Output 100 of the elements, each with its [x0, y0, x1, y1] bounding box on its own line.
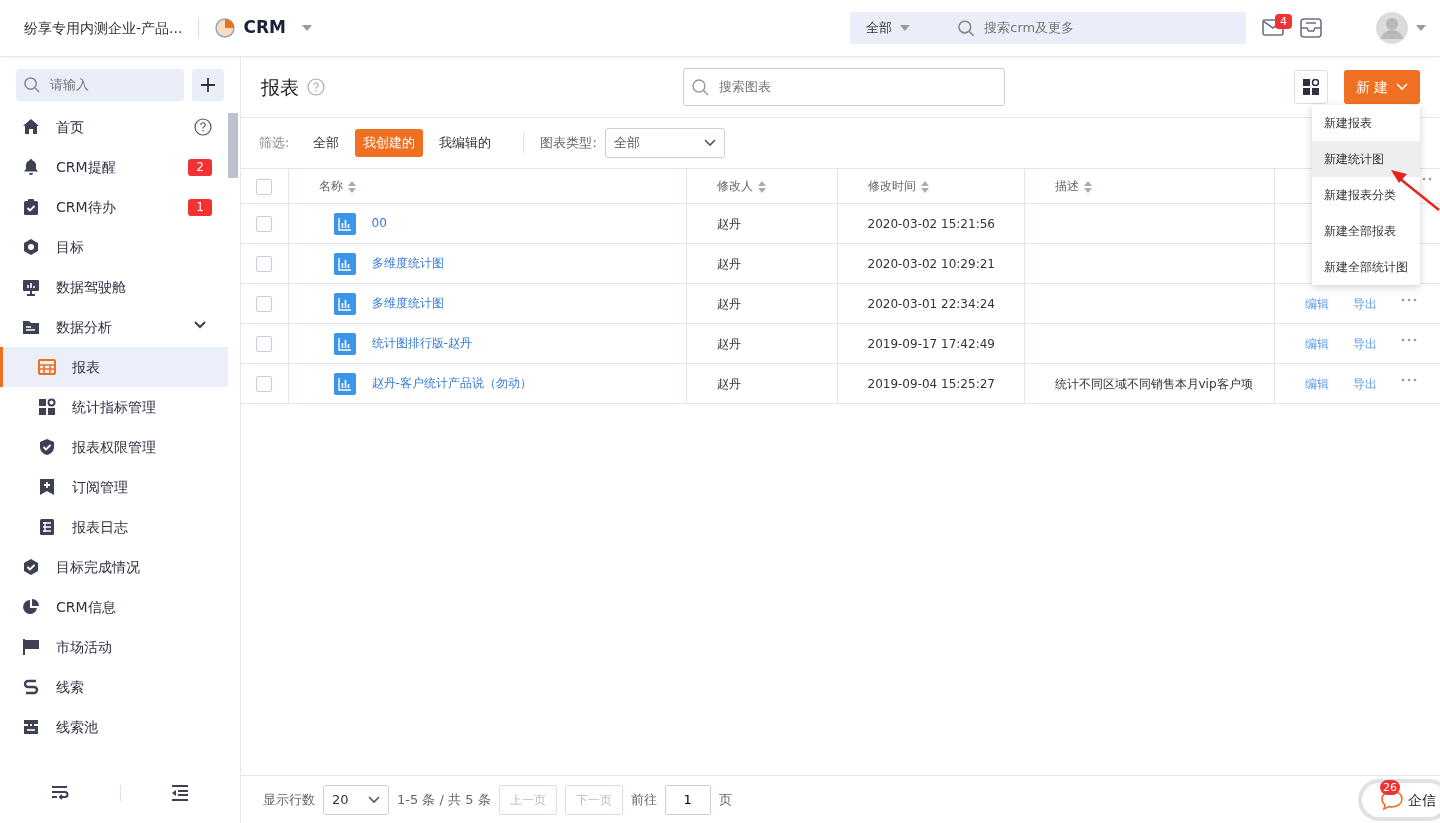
- sidebar-item[interactable]: 目标完成情况: [0, 547, 228, 587]
- sidebar-item[interactable]: 数据驾驶舱: [0, 267, 228, 307]
- page-input[interactable]: 1: [664, 784, 711, 815]
- route-icon: [22, 678, 40, 696]
- shield-check-icon: [22, 558, 40, 576]
- sidebar-item[interactable]: 市场活动: [0, 627, 228, 667]
- scrollbar[interactable]: [228, 113, 238, 178]
- chevron-icon: [1396, 83, 1409, 91]
- table-cell: 赵丹: [716, 216, 741, 231]
- plus-icon: [201, 78, 216, 92]
- column-header: 修改时间: [867, 179, 916, 193]
- column-header: 描述: [1054, 179, 1079, 193]
- table-cell: 赵丹: [716, 336, 741, 351]
- page-size-select[interactable]: 20: [323, 784, 389, 815]
- count-badge: 26: [1380, 780, 1400, 795]
- count-badge: 4: [1275, 14, 1292, 29]
- sidebar-item[interactable]: CRM提醒 2: [0, 147, 228, 187]
- chart-type-select[interactable]: 全部: [604, 128, 725, 158]
- table-cell: 2019-09-17 17:42:49: [867, 336, 995, 351]
- chart-link[interactable]: 统计图排行版-赵丹: [371, 336, 472, 350]
- menu-item[interactable]: 新建全部报表: [1312, 213, 1420, 249]
- archive-icon: [22, 718, 40, 736]
- sidebar-search-field[interactable]: 请输入: [16, 69, 185, 101]
- search-scope[interactable]: 全部: [866, 18, 892, 38]
- pie-chart-icon: [22, 598, 40, 616]
- menu-item[interactable]: 新建报表分类: [1312, 177, 1420, 213]
- avatar-icon[interactable]: [1376, 12, 1408, 44]
- sidebar-item[interactable]: CRM信息: [0, 587, 228, 627]
- pie-logo-icon: [215, 18, 236, 38]
- sort-icon[interactable]: [919, 180, 930, 193]
- checkbox[interactable]: [256, 296, 273, 312]
- page-summary: 1-5 条 / 共 5 条: [397, 790, 491, 809]
- table-cell: 2019-09-04 15:25:27: [867, 376, 995, 391]
- caret-icon[interactable]: [301, 25, 312, 31]
- chart-link[interactable]: 多维度统计图: [371, 256, 444, 270]
- column-header: 名称: [318, 179, 343, 193]
- filter-option[interactable]: 全部: [305, 129, 348, 157]
- table-cell: 2020-03-01 22:34:24: [867, 296, 995, 311]
- checkbox[interactable]: [256, 178, 273, 195]
- menu-item[interactable]: 新建统计图: [1312, 141, 1420, 177]
- more-icon[interactable]: [1400, 337, 1417, 342]
- sidebar-item[interactable]: 线索池: [0, 707, 228, 747]
- list-icon: [38, 518, 56, 536]
- chart-icon: [333, 332, 356, 355]
- checkbox[interactable]: [256, 376, 273, 392]
- clipboard-check-icon: [22, 198, 40, 216]
- sort-icon[interactable]: [1082, 180, 1093, 193]
- chart-link[interactable]: 00: [371, 216, 387, 230]
- sort-icon[interactable]: [346, 180, 357, 193]
- goto-label: 前往: [630, 790, 657, 809]
- sidebar-item[interactable]: 订阅管理: [0, 467, 228, 507]
- collapse-menu-icon[interactable]: [171, 785, 190, 801]
- sidebar-item[interactable]: 报表日志: [0, 507, 228, 547]
- sort-icon[interactable]: [756, 180, 767, 193]
- search-input: 搜索crm及更多: [982, 17, 1246, 39]
- more-icon[interactable]: [1400, 377, 1417, 382]
- layout-settings-button[interactable]: [1294, 70, 1328, 104]
- sidebar-item[interactable]: 数据分析: [0, 307, 228, 347]
- sidebar-item[interactable]: 线索: [0, 667, 228, 707]
- page-title: 报表: [261, 74, 299, 100]
- inbox-icon[interactable]: [1300, 17, 1322, 39]
- sidebar-item[interactable]: CRM待办 1: [0, 187, 228, 227]
- filter-option[interactable]: 我编辑的: [431, 129, 500, 157]
- checkbox[interactable]: [256, 256, 273, 272]
- chevron-icon: [368, 795, 380, 804]
- search-input[interactable]: 请输入: [48, 74, 168, 96]
- chart-link[interactable]: 赵丹-客户统计产品说（勿动）: [371, 376, 532, 390]
- widgets-icon: [38, 398, 56, 416]
- chart-link[interactable]: 多维度统计图: [371, 296, 444, 310]
- sidebar-item[interactable]: 目标: [0, 227, 228, 267]
- chat-widget[interactable]: 26 企信: [1358, 779, 1440, 821]
- chart-icon: [333, 212, 356, 235]
- menu-item[interactable]: 新建报表: [1312, 105, 1420, 141]
- sidebar-item[interactable]: 报表权限管理: [0, 427, 228, 467]
- global-search-field[interactable]: 全部 搜索crm及更多: [850, 12, 1246, 44]
- checkbox[interactable]: [256, 336, 273, 352]
- table-cell: 赵丹: [716, 256, 741, 271]
- table-icon: [38, 358, 56, 376]
- flag-icon: [22, 638, 40, 656]
- sidebar-item[interactable]: 统计指标管理: [0, 387, 228, 427]
- table-cell: 统计不同区域不同销售本月vip客户项: [1054, 376, 1253, 391]
- wrap-icon[interactable]: [50, 785, 69, 801]
- caret-icon[interactable]: [900, 25, 910, 31]
- column-header: 修改人: [716, 179, 753, 193]
- table-cell: 2020-03-02 10:29:21: [867, 256, 995, 271]
- folder-icon: [22, 318, 40, 336]
- search-icon: [692, 78, 709, 96]
- table-cell: 赵丹: [716, 296, 741, 311]
- checkbox[interactable]: [256, 216, 273, 232]
- sidebar-item[interactable]: 首页: [0, 107, 228, 147]
- chart-icon: [333, 292, 356, 315]
- chart-search-field[interactable]: 搜索图表: [683, 68, 1005, 106]
- caret-icon[interactable]: [1416, 25, 1426, 31]
- sidebar-item[interactable]: 报表: [0, 347, 228, 387]
- more-icon[interactable]: [1400, 297, 1417, 302]
- count-badge: 1: [188, 198, 212, 216]
- page-suffix: 页: [718, 790, 732, 809]
- add-button[interactable]: [192, 69, 224, 101]
- count-badge: 2: [188, 158, 212, 176]
- help-icon[interactable]: [194, 118, 212, 136]
